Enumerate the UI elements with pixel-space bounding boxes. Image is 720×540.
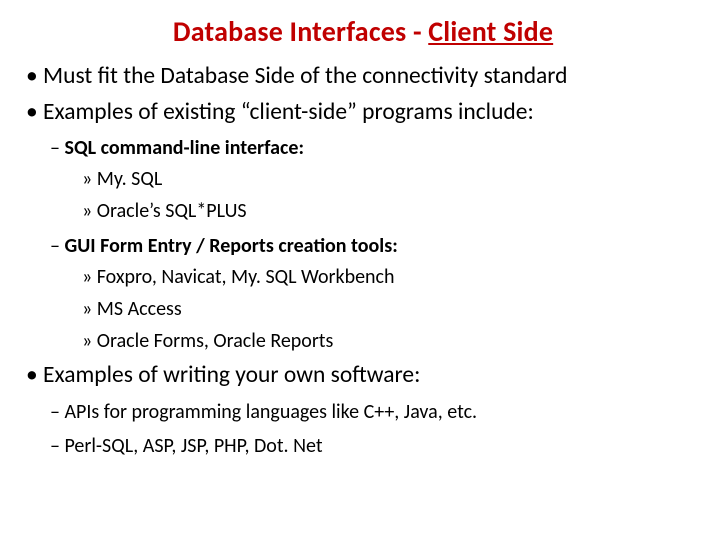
bullet-text: Examples of existing “client-side” progr… [43, 98, 534, 126]
bullet-level3: My. SQL [82, 164, 700, 194]
bullet-level2: SQL command-line interface: [50, 134, 700, 162]
bullet-text: Foxpro, Navicat, My. SQL Workbench [97, 265, 395, 289]
bullet-text: Oracle’s SQL*PLUS [97, 199, 247, 223]
bullet-level1: Examples of writing your own software: [26, 360, 700, 392]
bullet-level1: Examples of existing “client-side” progr… [26, 97, 700, 129]
bullet-text: APIs for programming languages like C++,… [64, 400, 477, 424]
bullet-text: My. SQL [97, 167, 162, 191]
bullet-text: Perl-SQL, ASP, JSP, PHP, Dot. Net [64, 434, 322, 458]
bullet-text: SQL command-line interface: [64, 136, 303, 160]
bullet-text: Examples of writing your own software: [43, 361, 420, 389]
bullet-level2: GUI Form Entry / Reports creation tools: [50, 232, 700, 260]
slide-title: Database Interfaces - Client Side [26, 14, 700, 49]
bullet-level3: Oracle’s SQL*PLUS [82, 196, 700, 226]
bullet-level2: Perl-SQL, ASP, JSP, PHP, Dot. Net [50, 432, 700, 460]
bullet-text: MS Access [97, 297, 182, 321]
slide: Database Interfaces - Client Side Must f… [0, 0, 720, 540]
bullet-level3: Oracle Forms, Oracle Reports [82, 326, 700, 356]
bullet-level2: APIs for programming languages like C++,… [50, 398, 700, 426]
title-text-underlined: Client Side [428, 14, 553, 49]
bullet-level3: Foxpro, Navicat, My. SQL Workbench [82, 262, 700, 292]
bullet-text: Oracle Forms, Oracle Reports [97, 329, 334, 353]
bullet-text: GUI Form Entry / Reports creation tools: [64, 234, 397, 258]
bullet-level3: MS Access [82, 294, 700, 324]
bullet-text: Must fit the Database Side of the connec… [43, 62, 568, 90]
bullet-level1: Must fit the Database Side of the connec… [26, 61, 700, 93]
title-text-plain: Database Interfaces - [173, 14, 428, 49]
